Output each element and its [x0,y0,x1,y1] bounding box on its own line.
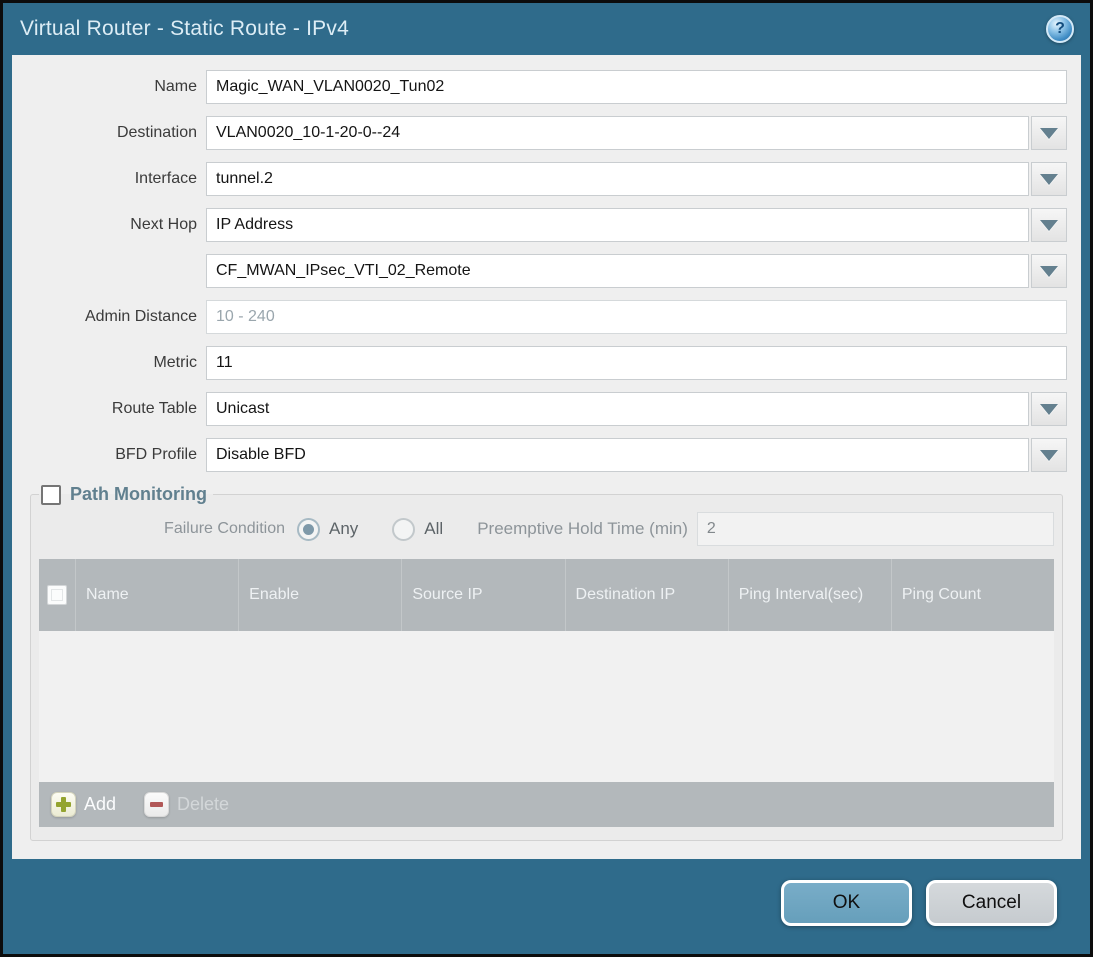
destination-dropdown-button[interactable] [1031,116,1067,150]
bfd-profile-label: BFD Profile [12,446,206,464]
column-header-source-ip: Source IP [401,559,564,631]
path-monitoring-checkbox[interactable] [41,485,61,505]
bfd-profile-input[interactable] [206,438,1029,472]
delete-button[interactable]: Delete [144,792,229,817]
metric-label: Metric [12,354,206,372]
row-metric: Metric [12,346,1067,380]
row-bfd-profile: BFD Profile [12,438,1067,472]
chevron-down-icon [1040,128,1058,139]
name-input[interactable] [206,70,1067,104]
title-bar: Virtual Router - Static Route - IPv4 ? [3,3,1090,55]
next-hop-type-dropdown-button[interactable] [1031,208,1067,242]
cancel-button[interactable]: Cancel [926,880,1057,926]
table-body-empty [39,631,1054,782]
name-label: Name [12,78,206,96]
path-monitoring-title: Path Monitoring [70,484,207,505]
next-hop-label: Next Hop [12,216,206,234]
interface-label: Interface [12,170,206,188]
dialog-title: Virtual Router - Static Route - IPv4 [20,17,349,41]
column-header-name: Name [75,559,238,631]
destination-input[interactable] [206,116,1029,150]
route-table-label: Route Table [12,400,206,418]
help-glyph: ? [1055,20,1065,38]
table-header: Name Enable Source IP Destination IP Pin… [39,559,1054,631]
add-button[interactable]: Add [51,792,116,817]
row-next-hop: Next Hop [12,208,1067,242]
select-all-checkbox[interactable] [47,585,67,605]
row-next-hop-address [12,254,1067,288]
admin-distance-label: Admin Distance [12,308,206,326]
admin-distance-input[interactable] [206,300,1067,334]
row-destination: Destination [12,116,1067,150]
chevron-down-icon [1040,174,1058,185]
column-header-destination-ip: Destination IP [565,559,728,631]
path-monitoring-section: Path Monitoring Failure Condition Any Al… [30,484,1063,841]
row-name: Name [12,70,1067,104]
route-table-input[interactable] [206,392,1029,426]
row-interface: Interface [12,162,1067,196]
preemptive-hold-time-input[interactable] [697,512,1054,546]
plus-icon [51,792,76,817]
interface-input[interactable] [206,162,1029,196]
route-table-dropdown-button[interactable] [1031,392,1067,426]
row-route-table: Route Table [12,392,1067,426]
chevron-down-icon [1040,404,1058,415]
table-toolbar: Add Delete [39,782,1054,827]
failure-condition-label: Failure Condition [39,520,297,538]
dialog-window: Virtual Router - Static Route - IPv4 ? N… [3,3,1090,954]
chevron-down-icon [1040,450,1058,461]
next-hop-type-input[interactable] [206,208,1029,242]
bfd-profile-dropdown-button[interactable] [1031,438,1067,472]
interface-dropdown-button[interactable] [1031,162,1067,196]
delete-button-label: Delete [177,794,229,815]
next-hop-address-dropdown-button[interactable] [1031,254,1067,288]
add-button-label: Add [84,794,116,815]
table-header-checkbox-cell [39,559,75,631]
failure-condition-row: Failure Condition Any All Preemptive Hol… [39,509,1054,549]
path-monitoring-legend: Path Monitoring [39,484,213,505]
column-header-enable: Enable [238,559,401,631]
failure-condition-all-radio[interactable] [392,518,415,541]
column-header-ping-count: Ping Count [891,559,1054,631]
failure-condition-any-label: Any [329,519,358,539]
chevron-down-icon [1040,266,1058,277]
next-hop-address-input[interactable] [206,254,1029,288]
row-admin-distance: Admin Distance [12,300,1067,334]
path-monitoring-table: Name Enable Source IP Destination IP Pin… [39,559,1054,827]
dialog-footer: OK Cancel [3,859,1090,954]
dialog-content: Name Destination Interface [12,55,1081,859]
metric-input[interactable] [206,346,1067,380]
minus-icon [144,792,169,817]
help-icon[interactable]: ? [1046,15,1074,43]
destination-label: Destination [12,124,206,142]
failure-condition-any-radio[interactable] [297,518,320,541]
chevron-down-icon [1040,220,1058,231]
column-header-ping-interval: Ping Interval(sec) [728,559,891,631]
failure-condition-all-label: All [424,519,443,539]
preemptive-hold-time-label: Preemptive Hold Time (min) [477,519,688,539]
ok-button[interactable]: OK [781,880,912,926]
